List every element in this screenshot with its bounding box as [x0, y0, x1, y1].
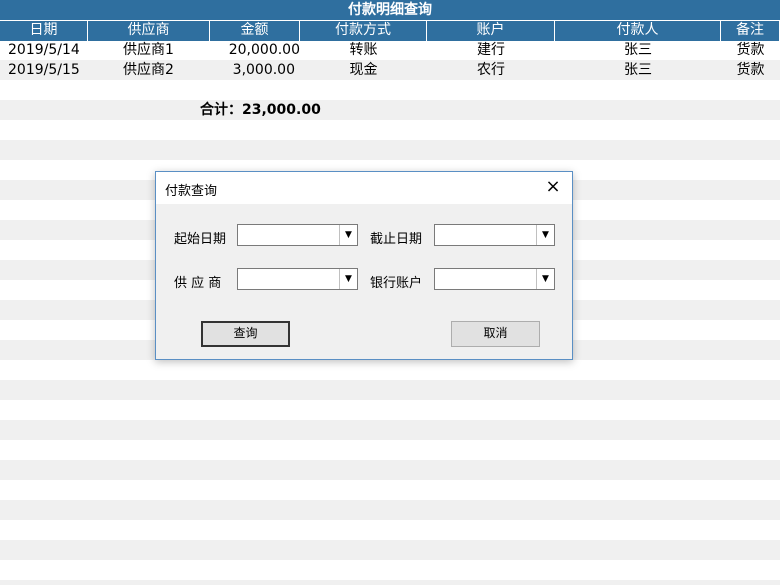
cell-amount[interactable]: 20,000.00 — [210, 40, 300, 60]
sheet-title: 付款明细查询 — [0, 0, 780, 20]
column-header-supplier[interactable]: 供应商 — [88, 21, 210, 41]
table-row: 2019/5/14 供应商1 20,000.00 转账 建行 张三 货款 — [0, 40, 780, 60]
cell-account[interactable]: 建行 — [427, 40, 555, 60]
dialog-title: 付款查询 — [165, 184, 218, 199]
table-header: 日期 供应商 金额 付款方式 账户 付款人 备注 — [0, 20, 780, 41]
dropdown-arrow-icon[interactable]: ▼ — [536, 269, 554, 289]
column-header-payer[interactable]: 付款人 — [555, 21, 721, 41]
start-date-label: 起始日期 — [174, 232, 227, 247]
cell-payment-method[interactable]: 现金 — [300, 60, 427, 80]
dropdown-arrow-icon[interactable]: ▼ — [339, 225, 357, 245]
cell-supplier[interactable]: 供应商2 — [88, 60, 210, 80]
cell-amount[interactable]: 3,000.00 — [210, 60, 300, 80]
cell-account[interactable]: 农行 — [427, 60, 555, 80]
cell-payer[interactable]: 张三 — [555, 60, 721, 80]
column-header-payment-method[interactable]: 付款方式 — [300, 21, 427, 41]
query-button[interactable]: 查询 — [201, 321, 290, 347]
supplier-label: 供 应 商 — [174, 276, 222, 291]
cell-note[interactable]: 货款 — [721, 40, 780, 60]
dropdown-arrow-icon[interactable]: ▼ — [339, 269, 357, 289]
column-header-note[interactable]: 备注 — [721, 21, 780, 41]
end-date-label: 截止日期 — [370, 232, 423, 247]
total-amount: 合计：23,000.00 — [200, 102, 321, 118]
cell-date[interactable]: 2019/5/14 — [0, 40, 88, 60]
close-icon[interactable]: × — [542, 176, 564, 198]
cell-payer[interactable]: 张三 — [555, 40, 721, 60]
cell-note[interactable]: 货款 — [721, 60, 780, 80]
payment-query-dialog: 付款查询 × 起始日期 ▼ 截止日期 ▼ 供 应 商 ▼ 银行账户 ▼ 查询 取… — [155, 171, 573, 360]
column-header-amount[interactable]: 金额 — [210, 21, 300, 41]
table-row: 2019/5/15 供应商2 3,000.00 现金 农行 张三 货款 — [0, 60, 780, 80]
supplier-combo[interactable]: ▼ — [237, 268, 358, 290]
end-date-combo[interactable]: ▼ — [434, 224, 555, 246]
cell-supplier[interactable]: 供应商1 — [88, 40, 210, 60]
column-header-date[interactable]: 日期 — [0, 21, 88, 41]
start-date-combo[interactable]: ▼ — [237, 224, 358, 246]
bank-account-label: 银行账户 — [370, 276, 423, 291]
cancel-button[interactable]: 取消 — [451, 321, 540, 347]
dropdown-arrow-icon[interactable]: ▼ — [536, 225, 554, 245]
bank-account-combo[interactable]: ▼ — [434, 268, 555, 290]
dialog-title-bar[interactable]: 付款查询 × — [156, 172, 572, 204]
column-header-account[interactable]: 账户 — [427, 21, 555, 41]
cell-date[interactable]: 2019/5/15 — [0, 60, 88, 80]
cell-payment-method[interactable]: 转账 — [300, 40, 427, 60]
